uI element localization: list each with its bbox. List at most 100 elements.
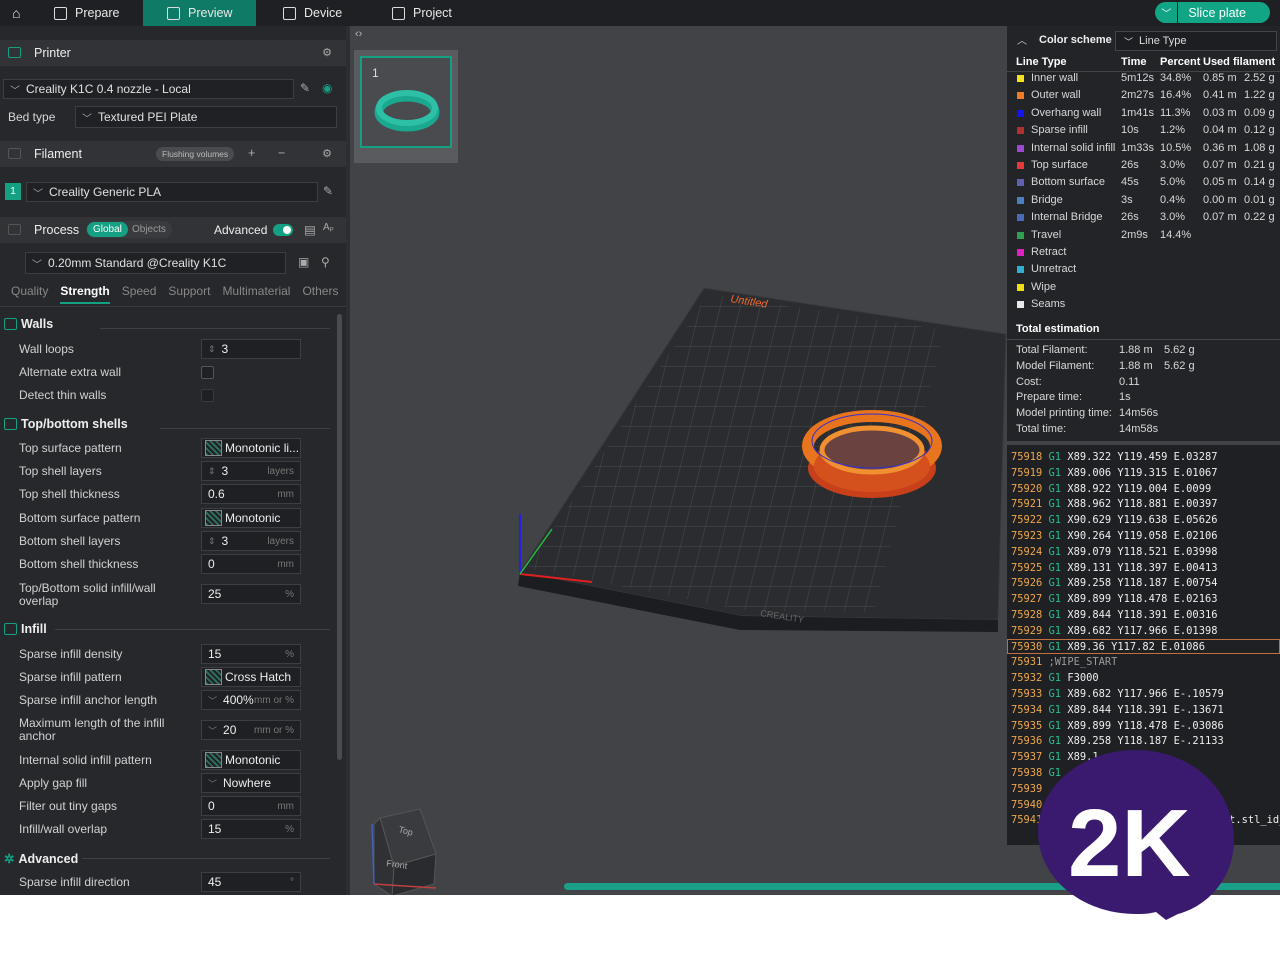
infill-wall-overlap-input[interactable]: 15% <box>201 819 301 839</box>
param-icon[interactable]: Aₚ <box>323 222 334 233</box>
legend-g: 0.12 g <box>1244 124 1275 137</box>
tab-speed[interactable]: Speed <box>122 284 157 304</box>
advanced-label: Advanced <box>214 223 268 237</box>
gcode-line[interactable]: 75932 G1 F3000 <box>1011 672 1099 687</box>
legend-row: Internal Bridge 26s 3.0% 0.07 m 0.22 g <box>1007 209 1280 226</box>
legend-pct: 11.3% <box>1160 106 1191 119</box>
compare-icon[interactable]: ▤ <box>304 222 316 237</box>
tab-support[interactable]: Support <box>168 284 210 304</box>
unit-label: layers <box>267 466 294 477</box>
tab-project[interactable]: Project <box>368 0 488 26</box>
gcode-line[interactable]: 75924 G1 X89.079 Y118.521 E.03998 <box>1011 546 1217 561</box>
top-shell-layers-input[interactable]: ⇕ 3 layers <box>201 461 301 481</box>
flushing-volumes-button[interactable]: Flushing volumes <box>156 147 235 161</box>
color-scheme-select[interactable]: ﹀ Line Type <box>1115 31 1277 51</box>
gcode-line[interactable]: 75921 G1 X88.962 Y118.881 E.00397 <box>1011 498 1217 513</box>
chevron-down-icon: ﹀ <box>1161 9 1172 20</box>
gcode-line[interactable]: 75929 G1 X89.682 Y117.966 E.01398 <box>1011 625 1217 640</box>
infill-maxlen-input[interactable]: ﹀ 20 mm or % <box>201 720 301 740</box>
unit-label: ° <box>290 877 294 888</box>
top-surface-pattern-select[interactable]: Monotonic li... <box>201 438 301 458</box>
home-button[interactable]: ⌂ <box>0 0 32 26</box>
gcode-line[interactable]: 75919 G1 X89.006 Y119.315 E.01067 <box>1011 467 1217 482</box>
gcode-line[interactable]: 75928 G1 X89.844 Y118.391 E.00316 <box>1011 609 1217 624</box>
solid-infill-overlap-label-2: overlap <box>19 594 59 608</box>
bottom-shell-thickness-input[interactable]: 0 mm <box>201 554 301 574</box>
gcode-line[interactable]: 75927 G1 X89.899 Y118.478 E.02163 <box>1011 593 1217 608</box>
legend-pct: 1.2% <box>1160 124 1186 137</box>
top-shell-thickness-input[interactable]: 0.6 mm <box>201 484 301 504</box>
gcode-line[interactable]: 75918 G1 X89.322 Y119.459 E.03287 <box>1011 451 1217 466</box>
gcode-line[interactable]: 75926 G1 X89.258 Y118.187 E.00754 <box>1011 577 1217 592</box>
save-icon[interactable]: ▣ <box>298 255 309 269</box>
view-cube[interactable]: Top Front <box>371 808 437 895</box>
infill-direction-input[interactable]: 45 ° <box>201 872 301 892</box>
gcode-line[interactable]: 75920 G1 X88.922 Y119.004 E.0099 <box>1011 483 1211 498</box>
infill-anchor-input[interactable]: ﹀ 400% mm or % <box>201 690 301 710</box>
gcode-line[interactable]: 75935 G1 X89.899 Y118.478 E-.03086 <box>1011 720 1224 735</box>
bottom-surface-pattern-select[interactable]: Monotonic <box>201 508 301 528</box>
spin-icon: ⇕ <box>208 343 216 354</box>
infill-group: Infill <box>4 622 47 636</box>
color-swatch <box>1017 92 1024 100</box>
gcode-args: ;WIPE_START <box>1048 656 1118 669</box>
advanced-group: ✲ Advanced <box>4 851 79 867</box>
process-profile-select[interactable]: ﹀ 0.20mm Standard @Creality K1C <box>25 252 286 274</box>
filament-section-header[interactable]: Filament Flushing volumes + − ⚙ <box>0 141 346 167</box>
wifi-icon[interactable]: ◉ <box>322 81 332 95</box>
infill-pattern-select[interactable]: Cross Hatch <box>201 667 301 687</box>
alternate-extra-wall-checkbox[interactable] <box>201 366 214 379</box>
tiny-gaps-input[interactable]: 0 mm <box>201 796 301 816</box>
tab-prepare[interactable]: Prepare <box>32 0 143 26</box>
tab-multimaterial[interactable]: Multimaterial <box>222 284 290 304</box>
printer-section-header[interactable]: Printer ⚙ <box>0 40 346 66</box>
color-swatch <box>1017 196 1024 204</box>
gcode-line[interactable]: 75934 G1 X89.844 Y118.391 E-.13671 <box>1011 704 1224 719</box>
tab-others[interactable]: Others <box>302 284 338 304</box>
walls-group: Walls <box>4 317 53 331</box>
slice-plate-button[interactable]: Slice plate <box>1178 2 1270 23</box>
bottom-shell-layers-input[interactable]: ⇕ 3 layers <box>201 531 301 551</box>
printer-select[interactable]: ﹀ Creality K1C 0.4 nozzle - Local <box>3 79 294 99</box>
tab-quality[interactable]: Quality <box>11 284 48 304</box>
global-option[interactable]: Global <box>87 222 128 237</box>
advanced-toggle[interactable] <box>273 224 293 236</box>
slice-dropdown-button[interactable]: ﹀ <box>1155 2 1178 23</box>
tab-device[interactable]: Device <box>256 0 368 26</box>
edit-icon[interactable]: ✎ <box>323 184 333 198</box>
gcode-line[interactable]: 75923 G1 X90.264 Y119.058 E.02106 <box>1011 530 1217 545</box>
settings-sliders-icon[interactable]: ⚙ <box>322 147 332 160</box>
filament-select[interactable]: ﹀ Creality Generic PLA <box>26 182 318 202</box>
settings-sliders-icon[interactable]: ⚙ <box>322 46 332 59</box>
wall-loops-input[interactable]: ⇕ 3 <box>201 339 301 359</box>
unit-label: mm <box>277 489 294 500</box>
gcode-line[interactable]: 75930 G1 X89.36 Y117.82 E.01086 <box>1011 641 1205 656</box>
legend-m: 0.07 m <box>1203 159 1237 171</box>
filament-icon <box>8 148 21 159</box>
legend-g: 0.09 g <box>1244 106 1275 119</box>
tab-strength[interactable]: Strength <box>60 284 110 304</box>
objects-option[interactable]: Objects <box>132 224 166 235</box>
edit-icon[interactable]: ✎ <box>300 81 310 95</box>
gcode-line[interactable]: 75931 ;WIPE_START <box>1011 656 1117 671</box>
detect-thin-walls-checkbox[interactable] <box>201 389 214 402</box>
gcode-command: G1 <box>1042 561 1062 574</box>
gcode-line[interactable]: 75933 G1 X89.682 Y117.966 E-.10579 <box>1011 688 1224 703</box>
gap-fill-select[interactable]: ﹀ Nowhere <box>201 773 301 793</box>
sidebar-scrollbar[interactable] <box>337 314 342 760</box>
gcode-args: F3000 <box>1061 672 1099 685</box>
tab-preview[interactable]: Preview <box>143 0 256 26</box>
solid-infill-overlap-input[interactable]: 25% <box>201 584 301 604</box>
search-icon[interactable]: ⚲ <box>321 255 330 269</box>
process-icon <box>8 224 21 235</box>
gcode-line[interactable]: 75925 G1 X89.131 Y118.397 E.00413 <box>1011 562 1217 577</box>
infill-density-input[interactable]: 15% <box>201 644 301 664</box>
color-scheme-legend: ︿ Color scheme ﹀ Line Type Line Type Time… <box>1007 26 1280 441</box>
remove-filament-icon[interactable]: − <box>278 146 285 160</box>
chevron-down-icon: ﹀ <box>82 113 92 125</box>
gcode-line[interactable]: 75922 G1 X90.629 Y119.638 E.05626 <box>1011 514 1217 529</box>
bed-type-select[interactable]: ﹀ Textured PEI Plate <box>75 106 337 128</box>
solid-infill-pattern-select[interactable]: Monotonic <box>201 750 301 770</box>
collapse-chevron-icon[interactable]: ︿ <box>1017 32 1027 47</box>
add-filament-icon[interactable]: + <box>248 146 255 160</box>
